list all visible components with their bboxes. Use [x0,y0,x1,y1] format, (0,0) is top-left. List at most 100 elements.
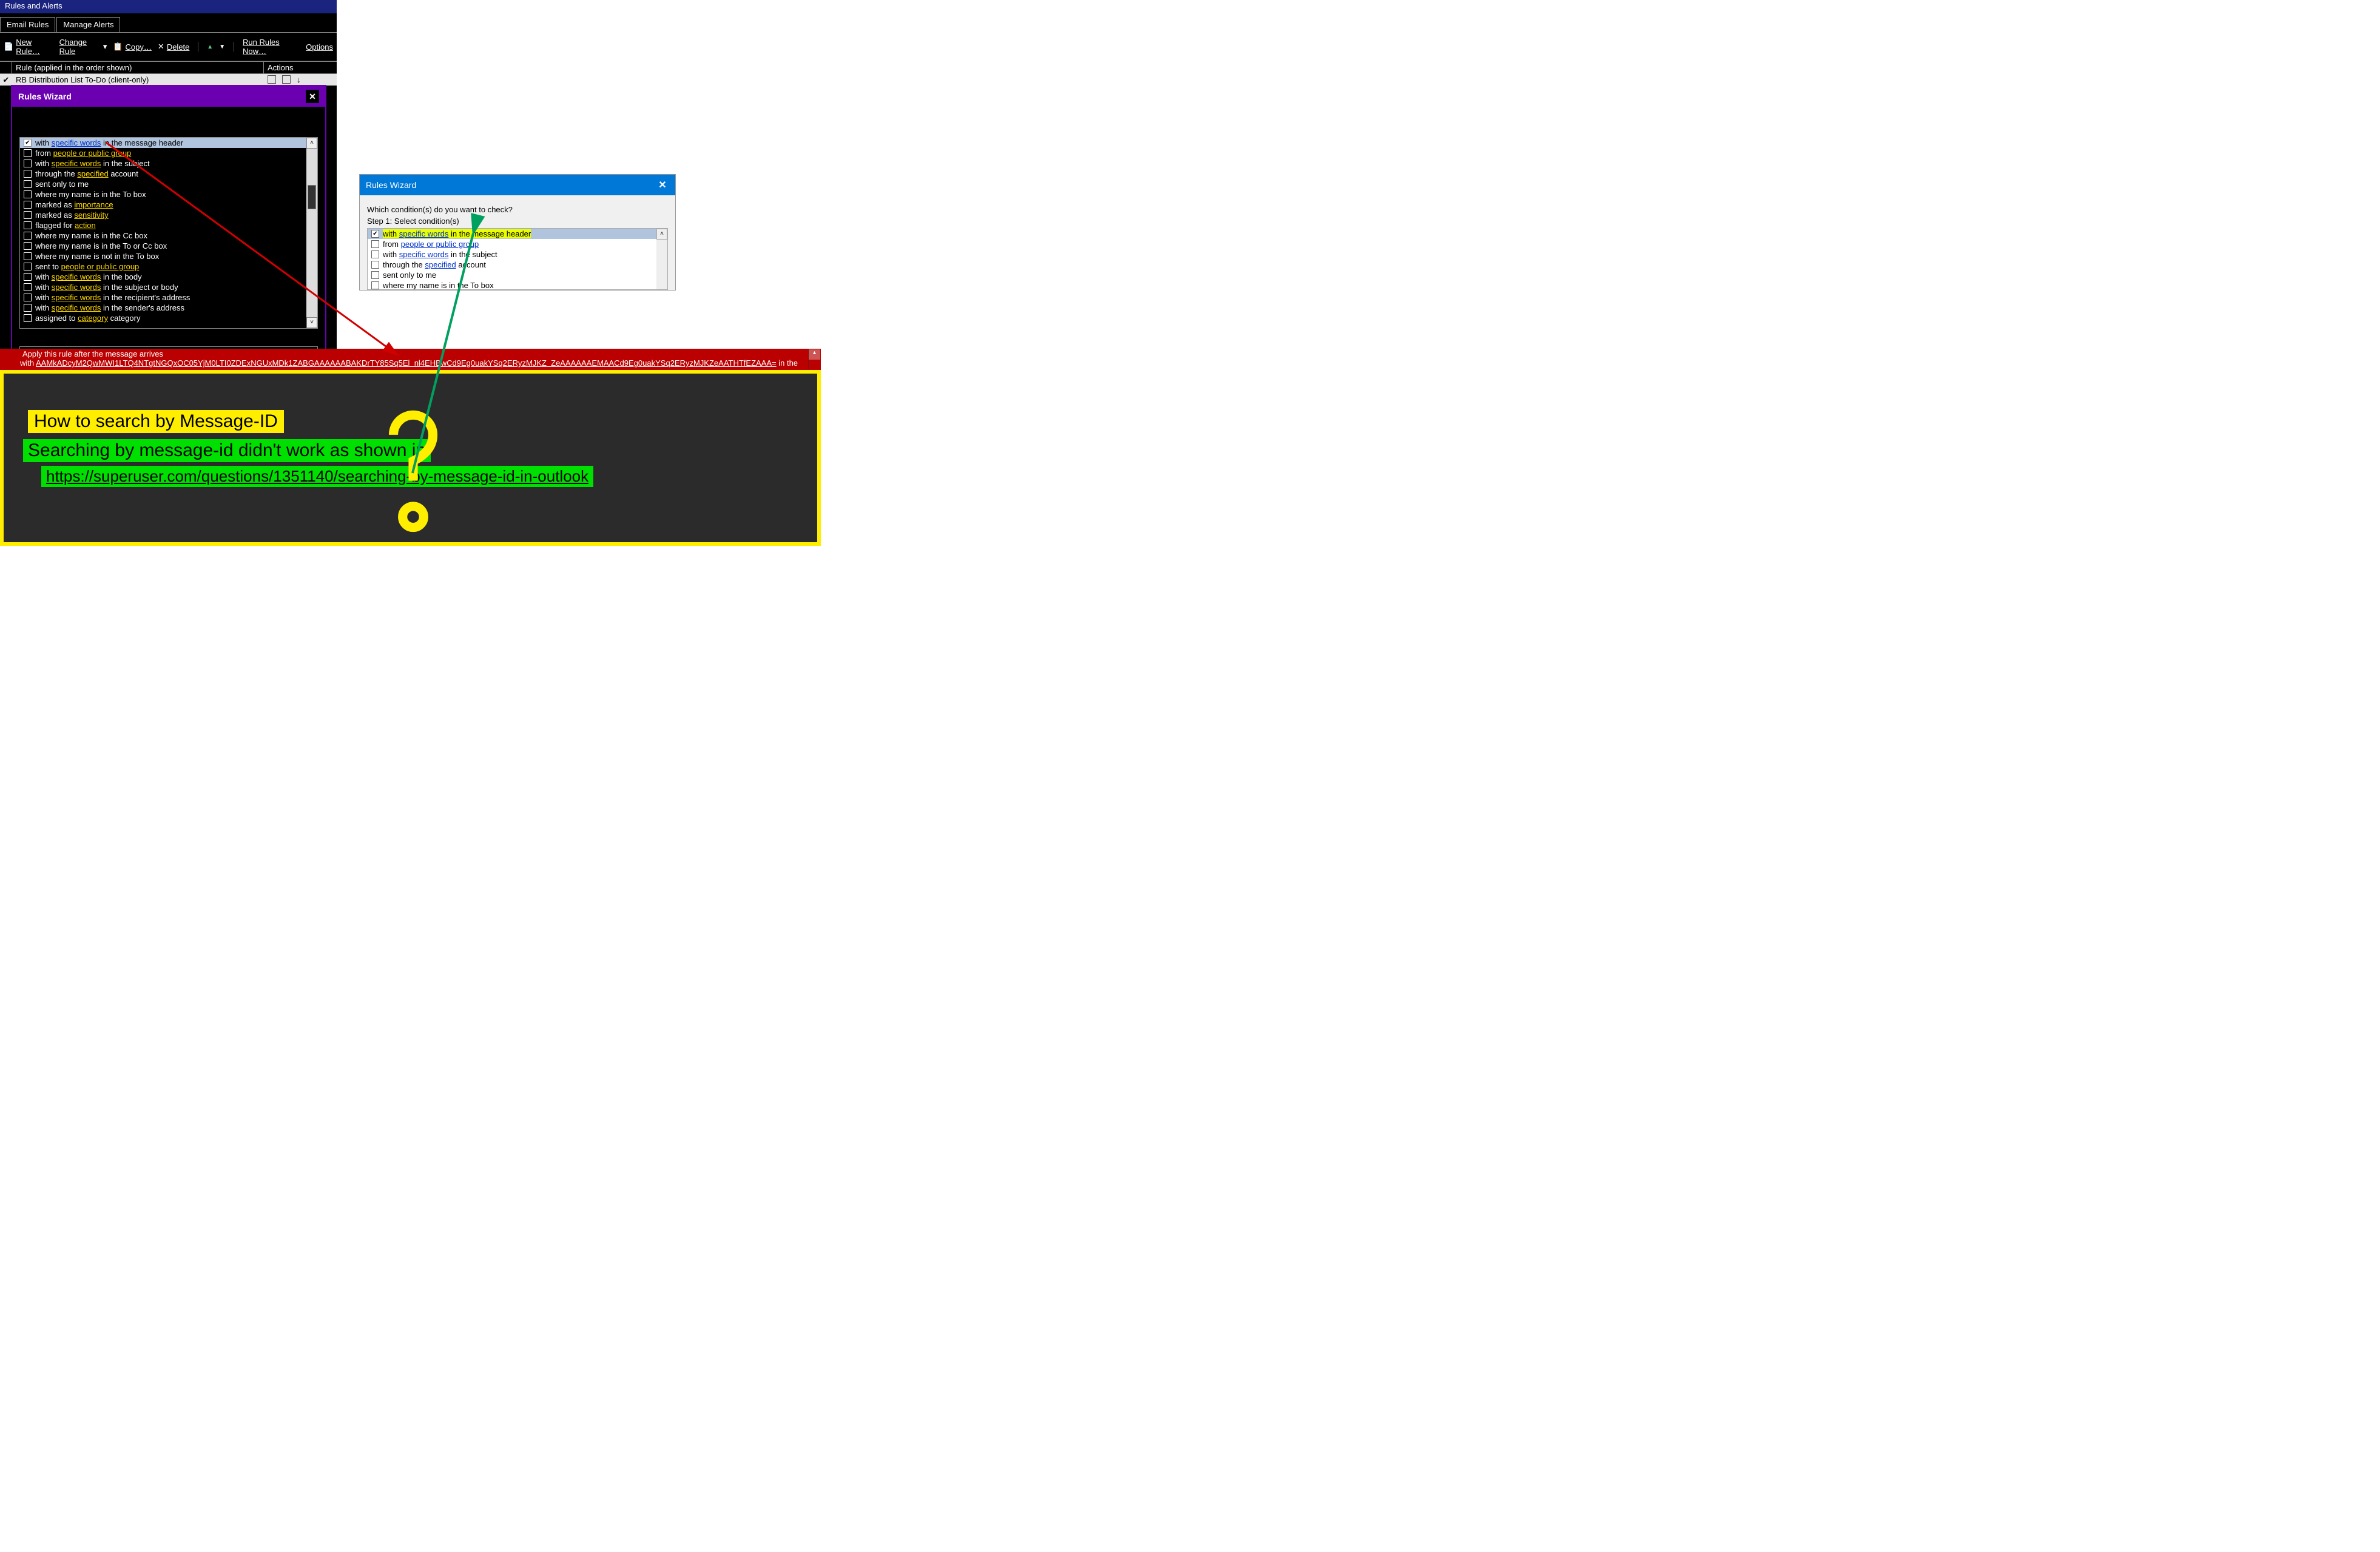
condition-link[interactable]: sensitivity [74,210,108,220]
checkbox[interactable] [24,304,32,312]
checkbox[interactable] [24,252,32,260]
question-mark-icon [374,395,453,540]
condition-item[interactable]: where my name is in the To or Cc box [20,241,317,251]
condition-link[interactable]: specific words [399,229,449,238]
copy-icon: 📋 [113,42,123,52]
condition-item[interactable]: with specific words in the subject [20,158,317,169]
checkbox[interactable]: ✔ [371,230,379,238]
close-button[interactable]: ✕ [656,178,669,192]
condition-item[interactable]: flagged for action [20,220,317,230]
copy-button[interactable]: 📋 Copy… [113,42,152,52]
condition-item[interactable]: marked as importance [20,200,317,210]
close-button[interactable]: ✕ [306,90,319,103]
condition-item[interactable]: sent only to me [20,179,317,189]
checkbox[interactable] [371,250,379,258]
condition-link[interactable]: specified [425,260,456,269]
new-rule-button[interactable]: 📄 New Rule… [4,38,53,56]
scroll-up-button[interactable]: ˄ [306,138,317,149]
checkbox[interactable] [24,170,32,178]
condition-link[interactable]: specific words [52,283,101,292]
condition-item[interactable]: from people or public group [20,148,317,158]
condition-item[interactable]: with specific words in the recipient's a… [20,292,317,303]
action-icon [268,75,276,84]
condition-item[interactable]: assigned to category category [20,313,317,323]
move-down-button[interactable] [219,44,225,50]
move-up-button[interactable] [207,44,213,50]
condition-item[interactable]: sent to people or public group [20,261,317,272]
condition-text: with specific words in the message heade… [35,138,183,147]
change-rule-label: Change Rule [59,38,101,56]
condition-link[interactable]: people or public group [401,240,479,249]
condition-link[interactable]: specific words [52,138,101,147]
condition-link[interactable]: specific words [52,293,101,302]
checkbox[interactable] [24,190,32,198]
table-row[interactable]: ✔ RB Distribution List To-Do (client-onl… [0,74,337,86]
message-id-value[interactable]: AAMkADcyM2QwMWI1LTQ4NTgtNGQxOC05YjM0LTI0… [36,358,777,368]
scroll-thumb[interactable] [308,185,316,209]
scrollbar[interactable]: ˄ ˅ [306,138,317,328]
checkbox[interactable] [371,240,379,248]
checkbox[interactable] [24,221,32,229]
annotation-url[interactable]: https://superuser.com/questions/1351140/… [41,466,593,487]
apply-line: Apply this rule after the message arrive… [20,349,820,358]
checkbox[interactable] [371,281,379,289]
condition-item[interactable]: where my name is in the To box [20,189,317,200]
checkbox[interactable] [24,232,32,240]
condition-link[interactable]: specific words [52,303,101,312]
condition-item[interactable]: with specific words in the subject or bo… [20,282,317,292]
condition-item[interactable]: with specific words in the subject [368,249,667,260]
checkbox[interactable] [24,283,32,291]
delete-button[interactable]: ✕ Delete [158,42,189,52]
condition-link[interactable]: action [75,221,96,230]
condition-item[interactable]: where my name is in the To box [368,280,667,290]
condition-item[interactable]: through the specified account [368,260,667,270]
checkbox[interactable] [24,201,32,209]
checkbox[interactable] [24,263,32,270]
checkbox[interactable]: ✔ [24,139,32,147]
conditions-list[interactable]: ✔with specific words in the message head… [19,137,318,329]
condition-text: with specific words in the body [35,272,142,281]
checkbox[interactable] [24,314,32,322]
tab-email-rules[interactable]: Email Rules [0,17,55,32]
new-rule-label: New Rule… [16,38,53,56]
row-checkbox[interactable]: ✔ [0,75,12,85]
condition-link[interactable]: specific words [52,272,101,281]
scrollbar[interactable]: ▴ [808,349,820,369]
checkbox[interactable] [371,261,379,269]
condition-item[interactable]: ✔with specific words in the message head… [368,229,667,239]
run-rules-now-button[interactable]: Run Rules Now… [243,38,300,56]
condition-link[interactable]: people or public group [61,262,140,271]
condition-item[interactable]: where my name is not in the To box [20,251,317,261]
checkbox[interactable] [24,273,32,281]
checkbox[interactable] [371,271,379,279]
condition-item[interactable]: through the specified account [20,169,317,179]
conditions-list[interactable]: ✔with specific words in the message head… [367,228,668,290]
condition-item[interactable]: where my name is in the Cc box [20,230,317,241]
scroll-up-button[interactable]: ˄ [656,229,667,240]
condition-text: with specific words in the recipient's a… [35,293,190,302]
condition-item[interactable]: with specific words in the body [20,272,317,282]
condition-item[interactable]: sent only to me [368,270,667,280]
condition-item[interactable]: from people or public group [368,239,667,249]
condition-item[interactable]: marked as sensitivity [20,210,317,220]
checkbox[interactable] [24,242,32,250]
condition-link[interactable]: specific words [399,250,449,259]
condition-link[interactable]: category [78,314,108,323]
checkbox[interactable] [24,149,32,157]
checkbox[interactable] [24,294,32,301]
condition-link[interactable]: specified [77,169,108,178]
scroll-down-button[interactable]: ˅ [306,317,317,328]
checkbox[interactable] [24,160,32,167]
checkbox[interactable] [24,180,32,188]
tab-manage-alerts[interactable]: Manage Alerts [56,17,120,32]
condition-link[interactable]: specific words [52,159,101,168]
condition-item[interactable]: ✔with specific words in the message head… [20,138,317,148]
scrollbar[interactable]: ˄ [656,229,667,289]
condition-link[interactable]: people or public group [53,149,132,158]
scroll-up-button[interactable]: ▴ [809,349,820,360]
condition-item[interactable]: with specific words in the sender's addr… [20,303,317,313]
checkbox[interactable] [24,211,32,219]
options-button[interactable]: Options [306,42,333,52]
change-rule-button[interactable]: Change Rule ▾ [59,38,107,56]
condition-link[interactable]: importance [74,200,113,209]
